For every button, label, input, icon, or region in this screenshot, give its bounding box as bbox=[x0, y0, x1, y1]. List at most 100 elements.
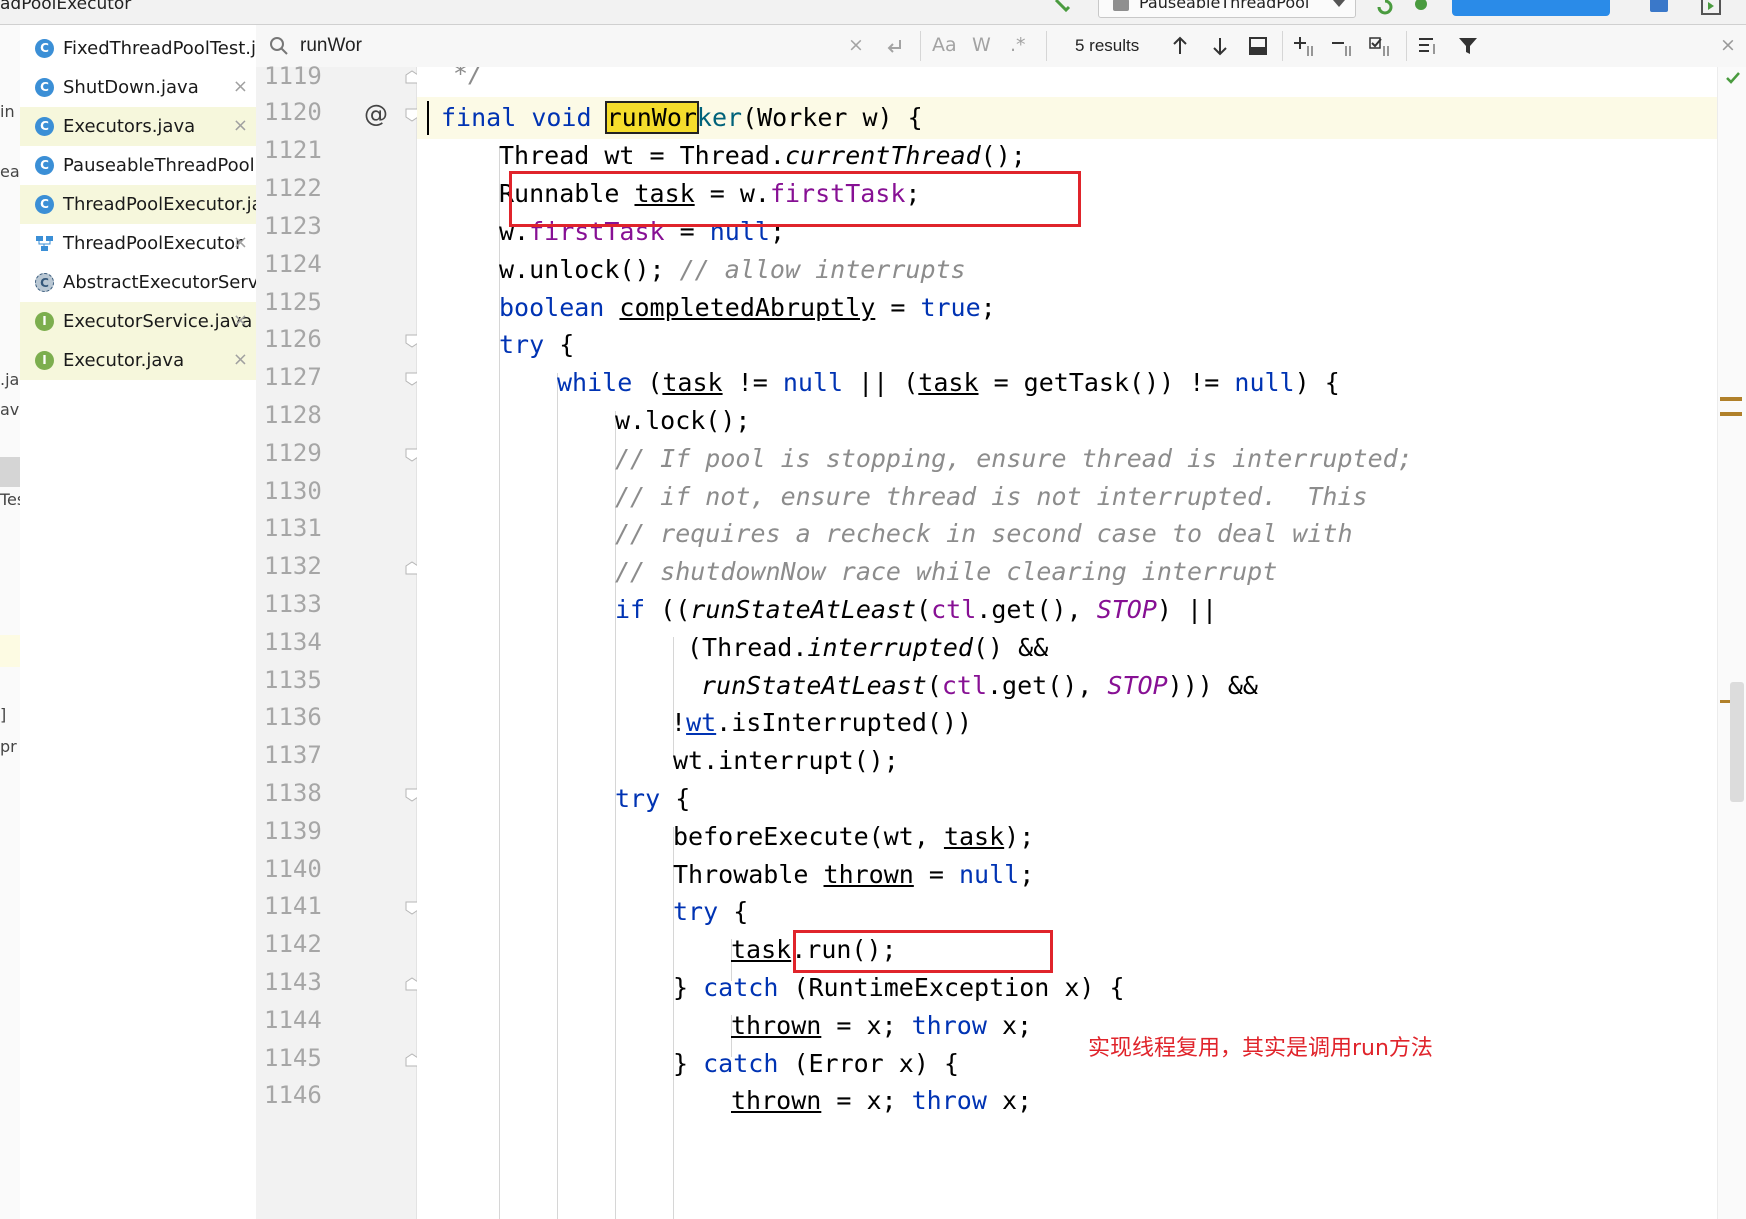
line-number: 1136 bbox=[264, 703, 322, 731]
line-number: 1126 bbox=[264, 325, 322, 353]
line-number: 1140 bbox=[264, 855, 322, 883]
file-tab-executors[interactable]: C Executors.java × bbox=[20, 107, 256, 146]
code-line-1141: try { bbox=[673, 897, 749, 926]
interface-icon: I bbox=[35, 312, 54, 331]
project-fragment: ] bbox=[0, 705, 7, 724]
code-line-1134: (Thread.interrupted() && bbox=[687, 633, 1049, 662]
code-line-1125: boolean completedAbruptly = true; bbox=[499, 293, 996, 322]
line-number: 1134 bbox=[264, 628, 322, 656]
filter-icon[interactable] bbox=[1456, 34, 1480, 58]
abstract-class-icon: C bbox=[35, 273, 54, 292]
line-number: 1135 bbox=[264, 666, 322, 694]
project-fragment: .ja bbox=[0, 370, 20, 389]
whole-words-toggle[interactable]: W bbox=[972, 34, 991, 56]
run-config-label: PauseableThreadPool bbox=[1139, 0, 1310, 12]
code-line-1127: while (task != null || (task = getTask()… bbox=[557, 368, 1340, 397]
window-title-fragment: adPoolExecutor bbox=[0, 0, 132, 14]
code-line-1137: wt.interrupt(); bbox=[673, 746, 899, 775]
project-fragment: Tes bbox=[0, 490, 20, 509]
line-number: 1132 bbox=[264, 552, 322, 580]
line-number: 1119 bbox=[264, 62, 322, 90]
file-tab-threadpoolexecutor[interactable]: C ThreadPoolExecutor.ja bbox=[20, 185, 256, 224]
close-find-icon[interactable]: × bbox=[1720, 34, 1736, 56]
line-number: 1120 bbox=[264, 98, 322, 126]
code-line-1146: thrown = x; throw x; bbox=[731, 1086, 1033, 1115]
code-line-1139: beforeExecute(wt, task); bbox=[673, 822, 1035, 851]
build-hammer-icon[interactable] bbox=[1052, 0, 1074, 18]
class-icon: C bbox=[35, 195, 54, 214]
scrollbar-thumb[interactable] bbox=[1730, 682, 1744, 802]
code-line-1130: // if not, ensure thread is not interrup… bbox=[615, 482, 1368, 511]
open-in-window-icon[interactable] bbox=[1246, 34, 1270, 58]
annotation-box-task-run bbox=[793, 930, 1053, 973]
line-number: 1130 bbox=[264, 477, 322, 505]
select-all-occurrences-icon[interactable] bbox=[1368, 34, 1392, 58]
close-icon[interactable]: × bbox=[233, 310, 248, 331]
rerun-icon[interactable] bbox=[1374, 0, 1396, 18]
open-files-list: C FixedThreadPoolTest.ja C ShutDown.java… bbox=[20, 25, 257, 1219]
run-config-icon bbox=[1113, 0, 1129, 11]
line-number: 1124 bbox=[264, 250, 322, 278]
caret bbox=[427, 101, 429, 135]
close-icon[interactable]: × bbox=[233, 349, 248, 370]
search-icon[interactable] bbox=[268, 35, 290, 57]
file-tab-label: ShutDown.java bbox=[63, 77, 199, 98]
file-tab-abstractexecutorservice[interactable]: C AbstractExecutorServic bbox=[20, 263, 256, 302]
project-highlight-row bbox=[0, 635, 20, 667]
code-line-1126: try { bbox=[499, 330, 575, 359]
close-icon[interactable]: × bbox=[233, 232, 248, 253]
line-number: 1123 bbox=[264, 212, 322, 240]
file-tab-label: ThreadPoolExecutor bbox=[63, 233, 243, 254]
run-window-icon[interactable] bbox=[1700, 0, 1722, 18]
add-occurrence-icon[interactable] bbox=[1292, 34, 1316, 58]
line-number: 1142 bbox=[264, 930, 322, 958]
remove-occurrence-icon[interactable] bbox=[1330, 34, 1354, 58]
search-match-marker[interactable] bbox=[1720, 397, 1742, 401]
no-problems-check-icon[interactable] bbox=[1725, 71, 1741, 85]
upload-button[interactable] bbox=[1452, 0, 1610, 16]
filter-options-icon[interactable] bbox=[1416, 34, 1440, 58]
project-panel-edge: in ea .ja ava Tes ] pr bbox=[0, 25, 21, 1219]
code-editor[interactable]: */ final void runWorker(Worker w) { Thre… bbox=[417, 67, 1717, 1219]
file-tab-executor[interactable]: I Executor.java × bbox=[20, 341, 256, 380]
translate-icon[interactable] bbox=[1648, 0, 1670, 18]
line-number: 1144 bbox=[264, 1006, 322, 1034]
code-line-1145: } catch (Error x) { bbox=[673, 1049, 959, 1078]
file-tab-shutdown[interactable]: C ShutDown.java × bbox=[20, 68, 256, 107]
project-fragment: in bbox=[0, 102, 15, 121]
code-line-1124: w.unlock(); // allow interrupts bbox=[499, 255, 966, 284]
file-tab-label: FixedThreadPoolTest.ja bbox=[63, 38, 256, 59]
file-tab-executorservice[interactable]: I ExecutorService.java × bbox=[20, 302, 256, 341]
regex-toggle[interactable]: .* bbox=[1010, 34, 1026, 56]
search-input[interactable] bbox=[300, 32, 840, 60]
line-number: 1145 bbox=[264, 1044, 322, 1072]
project-selection-row bbox=[0, 457, 20, 487]
file-tab-threadpoolexecutor-diagram[interactable]: ThreadPoolExecutor × bbox=[20, 224, 256, 263]
code-line-1131: // requires a recheck in second case to … bbox=[615, 519, 1353, 548]
class-icon: C bbox=[35, 156, 54, 175]
debug-bug-icon[interactable] bbox=[1410, 0, 1432, 18]
search-match-marker[interactable] bbox=[1720, 412, 1742, 416]
file-tab-label: AbstractExecutorServic bbox=[63, 272, 256, 293]
new-line-icon[interactable] bbox=[882, 34, 906, 58]
close-icon[interactable]: × bbox=[233, 76, 248, 97]
chevron-down-icon bbox=[1333, 0, 1345, 7]
top-toolbar: adPoolExecutor PauseableThreadPool bbox=[0, 0, 1746, 25]
code-line-1140: Throwable thrown = null; bbox=[673, 860, 1035, 889]
close-icon[interactable]: × bbox=[233, 115, 248, 136]
clear-search-icon[interactable]: × bbox=[848, 34, 864, 56]
divider bbox=[920, 31, 921, 61]
line-number: 1146 bbox=[264, 1081, 322, 1109]
file-tab-pauseablethreadpool[interactable]: C PauseableThreadPool.j bbox=[20, 146, 256, 185]
run-configuration-select[interactable]: PauseableThreadPool bbox=[1098, 0, 1356, 18]
match-case-toggle[interactable]: Aa bbox=[932, 34, 957, 56]
file-tab-label: ThreadPoolExecutor.ja bbox=[63, 194, 256, 215]
line-number: 1127 bbox=[264, 363, 322, 391]
error-stripe[interactable] bbox=[1717, 67, 1746, 1219]
arrow-down-icon[interactable] bbox=[1208, 34, 1232, 58]
project-fragment: ea bbox=[0, 162, 20, 181]
arrow-up-icon[interactable] bbox=[1168, 34, 1192, 58]
file-tab-fixedthreadpooltest[interactable]: C FixedThreadPoolTest.ja bbox=[20, 29, 256, 68]
diagram-icon bbox=[35, 234, 54, 253]
override-marker[interactable]: @ bbox=[364, 100, 388, 128]
